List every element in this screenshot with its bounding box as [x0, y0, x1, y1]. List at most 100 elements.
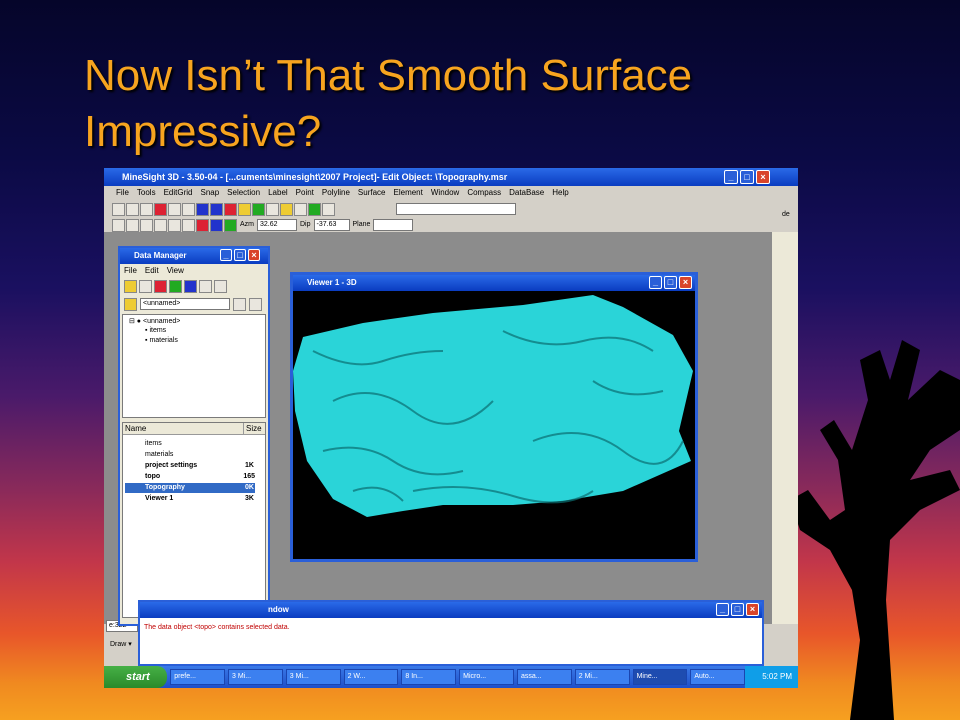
task-button-6[interactable]: Micro...	[459, 669, 514, 685]
task-button-7[interactable]: assa...	[516, 669, 572, 685]
tree-node-items[interactable]: ▪ items	[145, 327, 166, 334]
polyline-icon[interactable]	[196, 202, 209, 216]
zoom-out-icon[interactable]	[140, 218, 153, 232]
redo-icon[interactable]	[182, 202, 195, 216]
menu-snap[interactable]: Snap	[200, 186, 219, 200]
toolbar-2: Azm 32.62 Dip -37.63 Plane	[112, 217, 414, 233]
text-icon[interactable]	[199, 280, 212, 293]
list-row-project-settings[interactable]: project settings 1K	[125, 461, 255, 471]
shade-icon[interactable]	[210, 218, 223, 232]
dm-save-icon[interactable]	[249, 297, 262, 311]
element-icon[interactable]	[294, 202, 307, 216]
dm-minimize-button[interactable]: _	[220, 249, 232, 261]
dip-field[interactable]: -37.63	[313, 219, 350, 231]
tool-icon[interactable]	[154, 202, 167, 216]
draw-menu[interactable]: Draw ▾	[108, 638, 134, 652]
msg-maximize-button[interactable]: □	[731, 603, 744, 616]
open-icon[interactable]	[126, 202, 139, 216]
list-header-name[interactable]: Name	[123, 423, 243, 434]
dm-path-field[interactable]: <unnamed>	[140, 298, 230, 310]
delete-icon[interactable]	[224, 202, 237, 216]
label-icon[interactable]	[238, 202, 251, 216]
msg-close-button[interactable]: ×	[746, 603, 759, 616]
viewer-minimize-button[interactable]: _	[649, 276, 662, 289]
dm-maximize-button[interactable]: □	[234, 249, 246, 261]
menu-editgrid[interactable]: EditGrid	[164, 186, 193, 200]
snap-icon[interactable]	[266, 202, 279, 216]
viewer-close-button[interactable]: ×	[679, 276, 692, 289]
window-controls: _ □ ×	[724, 170, 770, 184]
save-icon[interactable]	[140, 202, 153, 216]
list-row-items[interactable]: items	[125, 439, 255, 449]
menu-element[interactable]: Element	[394, 186, 423, 200]
rotate-icon[interactable]	[168, 218, 181, 232]
task-button-2[interactable]: 3 Mi...	[227, 669, 283, 685]
dm-menu-view[interactable]: View	[167, 264, 184, 278]
dm-menu-file[interactable]: File	[124, 264, 137, 278]
database-icon[interactable]	[322, 202, 335, 216]
pan-icon[interactable]	[154, 218, 167, 232]
tree-root[interactable]: ⊟ ● <unnamed>	[129, 317, 180, 325]
green-object-icon[interactable]	[169, 280, 182, 293]
list-row-topography[interactable]: Topography 0K	[125, 483, 255, 493]
menu-file[interactable]: File	[116, 186, 129, 200]
view-icon[interactable]	[182, 218, 195, 232]
light-icon[interactable]	[224, 218, 237, 232]
azm-field[interactable]: 32.62	[257, 219, 297, 231]
undo-icon[interactable]	[168, 202, 181, 216]
menu-surface[interactable]: Surface	[358, 186, 386, 200]
save-icon[interactable]	[214, 280, 227, 293]
menu-label[interactable]: Label	[268, 186, 288, 200]
toolbar-field[interactable]	[396, 203, 516, 215]
right-edge-text: de	[782, 211, 790, 218]
msg-minimize-button[interactable]: _	[716, 603, 729, 616]
color-icon[interactable]	[196, 218, 209, 232]
task-button-5[interactable]: 8 In...	[401, 669, 457, 685]
red-object-icon[interactable]	[154, 280, 167, 293]
menu-tools[interactable]: Tools	[137, 186, 156, 200]
menu-window[interactable]: Window	[431, 186, 459, 200]
dm-menu-edit[interactable]: Edit	[145, 264, 159, 278]
list-row-materials[interactable]: materials	[125, 450, 255, 460]
task-button-4[interactable]: 2 W...	[343, 669, 399, 685]
dm-close-button[interactable]: ×	[248, 249, 260, 261]
zoom-in-icon[interactable]	[126, 218, 139, 232]
tree-node-materials[interactable]: ▪ materials	[145, 337, 178, 344]
menu-help[interactable]: Help	[552, 186, 568, 200]
new-icon[interactable]	[112, 202, 125, 216]
select-icon[interactable]	[280, 202, 293, 216]
task-button-3[interactable]: 3 Mi...	[285, 669, 341, 685]
compass-icon[interactable]	[308, 202, 321, 216]
close-button[interactable]: ×	[756, 170, 770, 184]
task-button-9[interactable]: Mine...	[632, 669, 688, 685]
tree-silhouette	[790, 340, 960, 720]
open-folder-icon[interactable]	[233, 297, 246, 311]
task-button-8[interactable]: 2 Mi...	[574, 669, 630, 685]
start-button[interactable]: start	[104, 666, 168, 688]
tree-node-items-label: items	[149, 327, 167, 334]
menu-point[interactable]: Point	[296, 186, 314, 200]
list-header-size[interactable]: Size	[243, 423, 262, 434]
menu-database[interactable]: DataBase	[509, 186, 544, 200]
tree-node-materials-label: materials	[149, 337, 178, 344]
menu-polyline[interactable]: Polyline	[322, 186, 350, 200]
menu-selection[interactable]: Selection	[227, 186, 260, 200]
task-button-1[interactable]: prefe...	[170, 669, 225, 685]
plane-label: Plane	[352, 221, 371, 228]
object-icon[interactable]	[139, 280, 152, 293]
grid-icon[interactable]	[252, 202, 265, 216]
maximize-button[interactable]: □	[740, 170, 754, 184]
surface-3d-view[interactable]	[293, 291, 695, 559]
up-folder-icon[interactable]	[124, 297, 137, 311]
list-row-topo[interactable]: topo 165	[125, 472, 255, 482]
list-row-viewer-1[interactable]: Viewer 1 3K	[125, 494, 255, 504]
task-button-10[interactable]: Auto...	[690, 669, 746, 685]
surface-icon[interactable]	[210, 202, 223, 216]
blue-object-icon[interactable]	[184, 280, 197, 293]
minimize-button[interactable]: _	[724, 170, 738, 184]
zoom-icon[interactable]	[112, 218, 125, 232]
menu-compass[interactable]: Compass	[467, 186, 501, 200]
viewer-maximize-button[interactable]: □	[664, 276, 677, 289]
plane-field[interactable]	[373, 219, 414, 231]
folder-icon[interactable]	[124, 280, 137, 293]
